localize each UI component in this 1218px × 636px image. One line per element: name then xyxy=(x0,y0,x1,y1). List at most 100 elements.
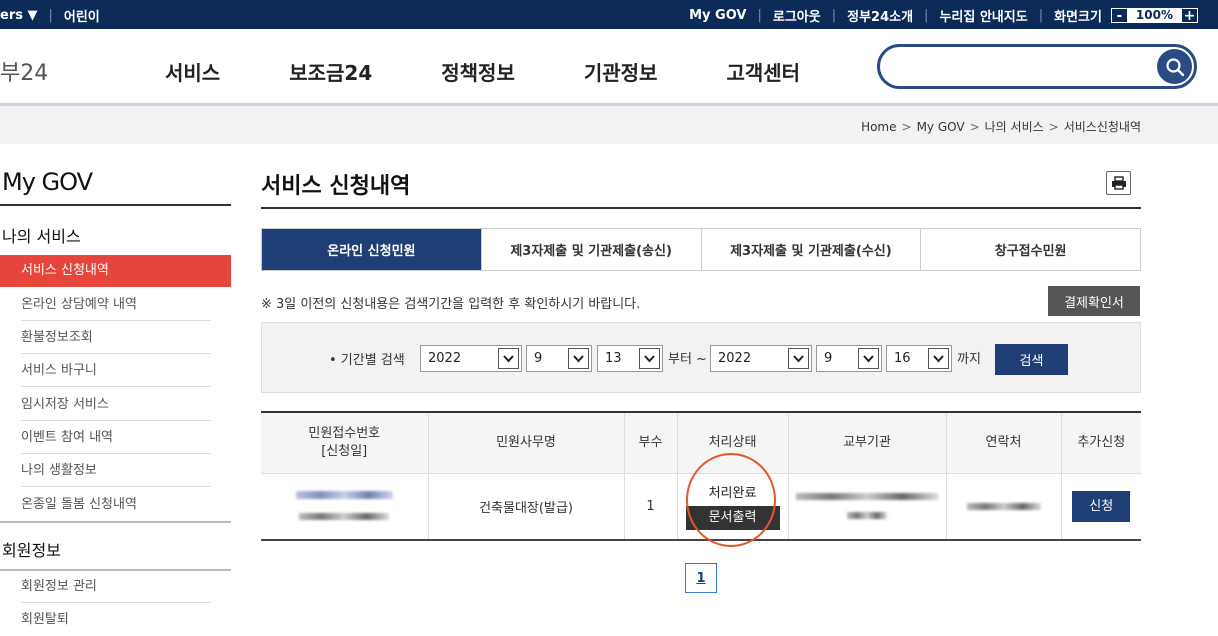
sidebar-item-withdraw[interactable]: 회원탈퇴 xyxy=(0,604,231,636)
zoom-out-button[interactable]: - xyxy=(1110,8,1128,23)
to-year-select[interactable]: 2022 xyxy=(710,345,812,372)
mygov-link[interactable]: My GOV xyxy=(689,8,746,23)
redacted-text xyxy=(847,512,887,520)
separator: | xyxy=(924,8,929,23)
main-nav: 서비스 보조금24 정책정보 기관정보 고객센터 xyxy=(165,57,869,86)
sitemap-link[interactable]: 누리집 안내지도 xyxy=(939,6,1027,25)
tab-counter-application[interactable]: 창구접수민원 xyxy=(920,229,1140,270)
contact-cell xyxy=(945,473,1061,541)
search-input[interactable] xyxy=(877,44,1197,89)
divider xyxy=(0,204,231,206)
breadcrumb-current: 서비스신청내역 xyxy=(1063,120,1141,134)
print-button[interactable] xyxy=(1106,171,1131,195)
chevron-right-icon: > xyxy=(969,120,980,134)
page-title: 서비스 신청내역 xyxy=(261,174,411,199)
select-value: 13 xyxy=(605,351,622,366)
receipt-number-cell[interactable] xyxy=(261,473,428,541)
separator: | xyxy=(831,8,837,23)
nav-policy[interactable]: 정책정보 xyxy=(441,57,515,86)
to-day-select[interactable]: 16 xyxy=(886,345,952,372)
from-year-select[interactable]: 2022 xyxy=(420,345,522,372)
sidebar-item-events[interactable]: 이벤트 참여 내역 xyxy=(0,422,231,454)
sidebar-item-childcare[interactable]: 온종일 돌봄 신청내역 xyxy=(0,489,231,521)
redacted-text xyxy=(295,491,393,500)
add-request-button[interactable]: 신청 xyxy=(1072,490,1131,522)
nav-support[interactable]: 고객센터 xyxy=(726,57,800,86)
redacted-text xyxy=(796,493,938,501)
zoom-in-button[interactable]: + xyxy=(1181,8,1198,23)
sidebar-item-label: 환불정보조회 xyxy=(21,330,93,345)
zoom-control: - 100% + xyxy=(1110,8,1198,23)
language-menu[interactable]: ers ▼ xyxy=(0,8,38,23)
count-cell: 1 xyxy=(623,473,677,541)
chevron-down-icon xyxy=(858,348,879,369)
chevron-down-icon xyxy=(568,348,589,369)
logout-link[interactable]: 로그아웃 xyxy=(773,6,821,25)
breadcrumb-mygov[interactable]: My GOV xyxy=(917,120,965,134)
nav-agency[interactable]: 기관정보 xyxy=(584,57,658,86)
tab-third-party-sent[interactable]: 제3자제출 및 기관제출(송신) xyxy=(480,229,701,270)
notice-text: ※ 3일 이전의 신청내용은 검색기간을 입력한 후 확인하시기 바랍니다. xyxy=(261,297,641,312)
sidebar-item-refund[interactable]: 환불정보조회 xyxy=(0,322,231,354)
sidebar-item-label: 회원정보 관리 xyxy=(21,579,97,594)
payment-receipt-button[interactable]: 결제확인서 xyxy=(1048,286,1140,316)
chevron-right-icon: > xyxy=(901,120,912,134)
search-submit-button[interactable]: 검색 xyxy=(995,344,1068,375)
search-button[interactable] xyxy=(1157,49,1192,84)
sidebar-item-label: 나의 생활정보 xyxy=(21,463,97,478)
from-month-select[interactable]: 9 xyxy=(526,345,592,372)
sidebar-item-life-info[interactable]: 나의 생활정보 xyxy=(0,455,231,487)
to-month-select[interactable]: 9 xyxy=(816,345,882,372)
header-application-date: [신청일] xyxy=(321,443,368,459)
tab-online-application[interactable]: 온라인 신청민원 xyxy=(262,229,481,270)
nav-subsidy[interactable]: 보조금24 xyxy=(289,57,372,86)
select-value: 2022 xyxy=(428,351,462,366)
kids-link[interactable]: 어린이 xyxy=(64,6,100,25)
zoom-value: 100% xyxy=(1127,8,1181,23)
filter-label: • 기간별 검색 xyxy=(329,353,405,368)
breadcrumb-myservice[interactable]: 나의 서비스 xyxy=(985,120,1044,134)
date-filter: • 기간별 검색 2022 9 13 부터 ~ 2022 9 16 까지 검색 xyxy=(261,322,1141,393)
site-logo[interactable]: 부24 xyxy=(0,55,48,87)
search-icon xyxy=(1165,57,1184,76)
sidebar-item-label: 서비스 바구니 xyxy=(21,363,97,378)
chevron-down-icon xyxy=(498,348,519,369)
column-header: 민원접수번호 [신청일] xyxy=(261,412,428,474)
about-link[interactable]: 정부24소개 xyxy=(847,6,913,25)
sidebar-group-my-service: 나의 서비스 xyxy=(2,227,81,246)
top-utility-bar: ers ▼ | 어린이 My GOV | 로그아웃 | 정부24소개 | 누리집… xyxy=(0,0,1218,29)
divider xyxy=(261,207,1141,209)
column-header: 추가신청 xyxy=(1060,412,1141,474)
from-day-select[interactable]: 13 xyxy=(597,345,663,372)
sidebar-item-service-history[interactable]: 서비스 신청내역 xyxy=(0,255,231,287)
printer-icon xyxy=(1111,176,1126,190)
breadcrumb-bar: Home > My GOV > 나의 서비스 > 서비스신청내역 xyxy=(0,106,1218,144)
nav-services[interactable]: 서비스 xyxy=(165,57,220,86)
chevron-down-icon xyxy=(639,348,660,369)
pagination-page-1[interactable]: 1 xyxy=(685,563,717,593)
sidebar-item-label: 임시저장 서비스 xyxy=(21,397,109,412)
select-value: 16 xyxy=(894,351,911,366)
add-request-cell: 신청 xyxy=(1060,473,1141,541)
select-value: 2022 xyxy=(718,351,752,366)
breadcrumb-home[interactable]: Home xyxy=(861,120,896,134)
service-name-cell: 건축물대장(발급) xyxy=(427,473,624,541)
divider xyxy=(0,521,231,523)
sidebar-group-member: 회원정보 xyxy=(2,541,61,560)
tab-list: 온라인 신청민원 제3자제출 및 기관제출(송신) 제3자제출 및 기관제출(수… xyxy=(261,228,1141,271)
chevron-right-icon: > xyxy=(1048,120,1059,134)
redacted-text xyxy=(299,513,390,521)
separator: | xyxy=(1038,8,1044,23)
tab-third-party-received[interactable]: 제3자제출 및 기관제출(수신) xyxy=(700,229,921,270)
sidebar-item-drafts[interactable]: 임시저장 서비스 xyxy=(0,389,231,421)
sidebar-item-label: 온라인 상담예약 내역 xyxy=(21,297,137,312)
to-suffix: 까지 xyxy=(957,352,981,367)
sidebar-item-consult[interactable]: 온라인 상담예약 내역 xyxy=(0,289,231,321)
highlight-annotation-circle xyxy=(686,453,776,547)
sidebar-item-basket[interactable]: 서비스 바구니 xyxy=(0,355,231,387)
column-header: 연락처 xyxy=(945,412,1061,474)
select-value: 9 xyxy=(824,351,833,366)
breadcrumb: Home > My GOV > 나의 서비스 > 서비스신청내역 xyxy=(861,118,1141,135)
sidebar-item-member-manage[interactable]: 회원정보 관리 xyxy=(0,571,231,603)
agency-cell xyxy=(787,473,946,541)
